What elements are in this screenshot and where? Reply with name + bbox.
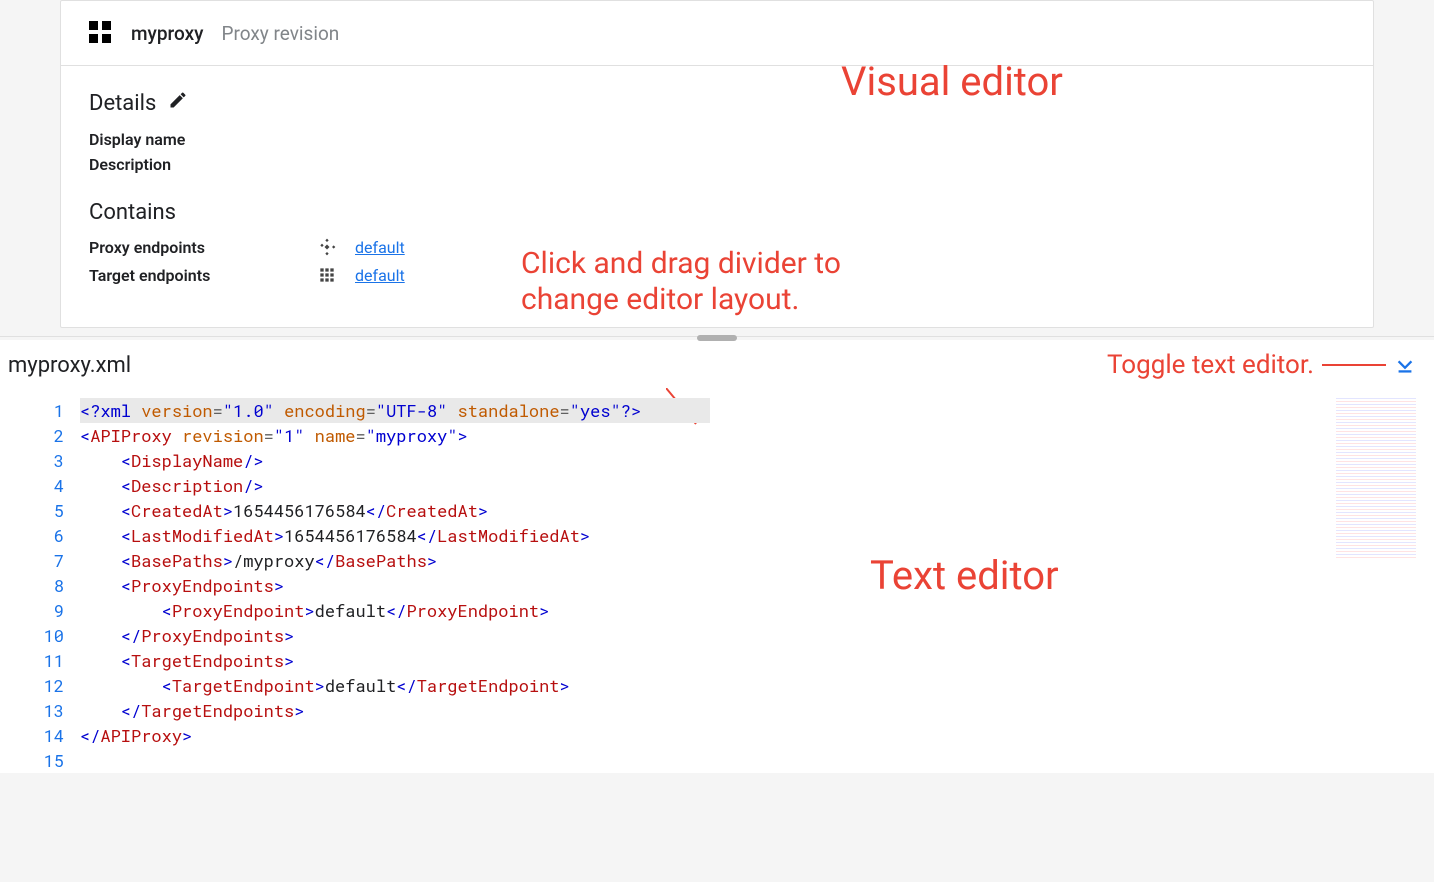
edit-icon[interactable]	[168, 90, 188, 116]
annotation-toggle: Toggle text editor.	[1107, 350, 1314, 380]
code-line: </APIProxy>	[80, 723, 1434, 748]
code-line	[80, 748, 1434, 773]
filename: myproxy.xml	[8, 353, 131, 378]
text-editor-header: myproxy.xml Toggle text editor.	[0, 340, 1434, 398]
proxy-endpoints-label: Proxy endpoints	[89, 238, 299, 257]
code-line: <Description/>	[80, 473, 1434, 498]
collapse-icon[interactable]	[1394, 354, 1416, 376]
details-title-row: Details	[89, 90, 1345, 116]
apps-icon	[89, 21, 113, 45]
code-minimap[interactable]	[1336, 398, 1416, 558]
annotation-visual-editor: Visual editor	[841, 58, 1063, 105]
annotation-text-editor: Text editor	[870, 552, 1059, 599]
code-line: <TargetEndpoints>	[80, 648, 1434, 673]
line-number-gutter: 1 2 3 4 5 6 7 8 9 10 11 12 13 14 15	[0, 398, 80, 773]
description-label: Description	[89, 155, 1345, 174]
code-area[interactable]: <?xml version="1.0" encoding="UTF-8" sta…	[80, 398, 1434, 773]
code-line: <?xml version="1.0" encoding="UTF-8" sta…	[80, 398, 1434, 423]
proxy-subtitle: Proxy revision	[221, 22, 339, 45]
code-line: </ProxyEndpoints>	[80, 623, 1434, 648]
details-title: Details	[89, 91, 156, 116]
display-name-label: Display name	[89, 130, 1345, 149]
code-editor[interactable]: 1 2 3 4 5 6 7 8 9 10 11 12 13 14 15 <?xm…	[0, 398, 1434, 773]
contains-title: Contains	[89, 200, 1345, 225]
code-line: <CreatedAt>1654456176584</CreatedAt>	[80, 498, 1434, 523]
code-line: <APIProxy revision="1" name="myproxy">	[80, 423, 1434, 448]
grid-icon	[317, 265, 337, 285]
card-header: myproxy Proxy revision	[61, 1, 1373, 66]
code-line: <BasePaths>/myproxy</BasePaths>	[80, 548, 1434, 573]
move-icon	[317, 237, 337, 257]
proxy-endpoints-link[interactable]: default	[355, 238, 405, 257]
target-endpoints-link[interactable]: default	[355, 266, 405, 285]
code-line: </TargetEndpoints>	[80, 698, 1434, 723]
card-body: Details Display name Description Contain…	[61, 66, 1373, 327]
annotation-drag-l1: Click and drag divider to	[521, 246, 841, 282]
annotation-toggle-line	[1322, 364, 1386, 366]
code-line: <ProxyEndpoints>	[80, 573, 1434, 598]
proxy-name: myproxy	[131, 22, 203, 45]
target-endpoints-label: Target endpoints	[89, 266, 299, 285]
code-line: <LastModifiedAt>1654456176584</LastModif…	[80, 523, 1434, 548]
code-line: <DisplayName/>	[80, 448, 1434, 473]
text-editor-pane: myproxy.xml Toggle text editor. 1 2 3 4 …	[0, 340, 1434, 773]
annotation-drag-l2: change editor layout.	[521, 282, 841, 318]
code-line: <TargetEndpoint>default</TargetEndpoint>	[80, 673, 1434, 698]
visual-editor-card: myproxy Proxy revision Details Display n…	[60, 0, 1374, 328]
code-line: <ProxyEndpoint>default</ProxyEndpoint>	[80, 598, 1434, 623]
